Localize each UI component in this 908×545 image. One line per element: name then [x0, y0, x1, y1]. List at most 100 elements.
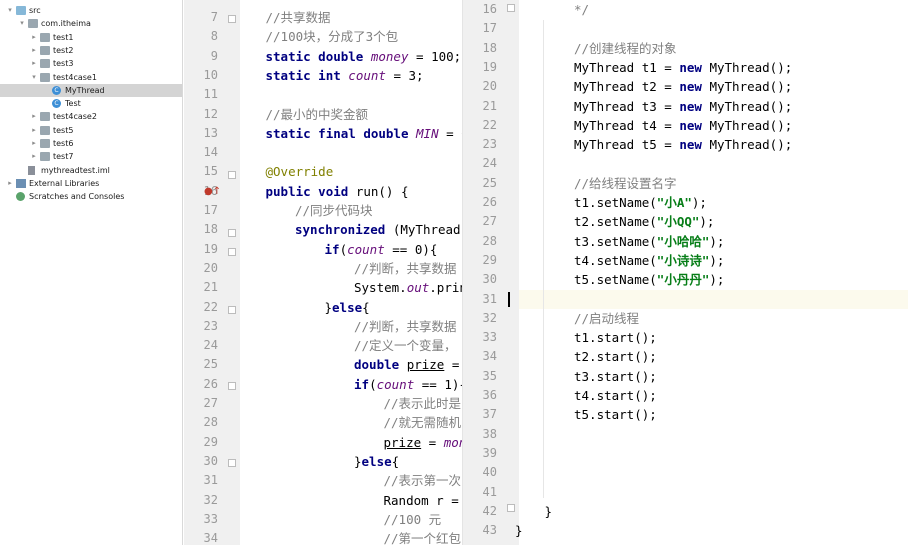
tree-item[interactable]: ▸ test5 — [0, 124, 182, 137]
code-line[interactable]: //同步代码块 — [295, 201, 373, 220]
fold-marker-icon[interactable] — [228, 229, 236, 237]
fold-marker-icon[interactable] — [228, 15, 236, 23]
code-line[interactable]: Random r = — [384, 491, 463, 510]
tree-item[interactable]: ▸ test2 — [0, 44, 182, 57]
code-line[interactable]: t1.setName("小A"); — [574, 193, 707, 212]
code-line[interactable]: @Override — [266, 162, 334, 181]
fold-marker-icon[interactable] — [228, 171, 236, 179]
code-line[interactable]: //100块，分成了3个包 — [266, 27, 399, 46]
code-line[interactable]: t1.start(); — [574, 328, 657, 347]
code-token: count — [376, 376, 415, 392]
tree-item[interactable]: ▸ test1 — [0, 31, 182, 44]
code-token: count — [348, 67, 386, 83]
code-line[interactable]: //就无需随机 — [384, 413, 462, 432]
code-line[interactable]: public void run() { — [266, 182, 409, 201]
chevron-right-icon[interactable]: ▸ — [6, 177, 14, 190]
code-line[interactable]: //判断，共享数据 — [354, 259, 457, 278]
editor-test[interactable]: 16 */ 17 18 //创建线程的对象 19 MyThread t1 = new MyT… — [462, 0, 908, 545]
code-line[interactable]: t2.setName("小QQ"); — [574, 212, 714, 231]
code-token: t3.start(); — [574, 368, 657, 384]
code-line[interactable]: t4.start(); — [574, 386, 657, 405]
tree-item[interactable]: ▸ test7 — [0, 150, 182, 163]
code-line[interactable]: //启动线程 — [574, 309, 639, 328]
chevron-down-icon[interactable]: ▾ — [6, 4, 14, 17]
code-token: public void — [265, 183, 356, 199]
tree-item[interactable]: ▸ test6 — [0, 137, 182, 150]
code-line[interactable]: //最小的中奖金额 — [266, 105, 369, 124]
chevron-down-icon[interactable]: ▾ — [30, 71, 38, 84]
code-line[interactable]: } — [545, 502, 553, 521]
editor-mythread[interactable]: 7//共享数据 8//100块，分成了3个包 9 static double mone… — [184, 0, 462, 545]
chevron-right-icon[interactable]: ▸ — [30, 31, 38, 44]
code-token: new — [679, 117, 710, 133]
chevron-right-icon[interactable]: ▸ — [30, 57, 38, 70]
code-token: Random r = — [383, 492, 462, 508]
code-line[interactable]: synchronized (MyThread. — [295, 220, 462, 239]
code-line[interactable]: MyThread t3 = new MyThread(); — [574, 97, 792, 116]
code-line[interactable]: prize = mon — [384, 433, 463, 452]
code-line[interactable]: */ — [574, 0, 589, 19]
project-tool-window[interactable]: ▾ src ▾ com.itheima ▸ test1 ▸ test2 ▸ test3 ▾ test4… — [0, 0, 183, 545]
code-line[interactable]: t5.start(); — [574, 405, 657, 424]
code-line[interactable]: //表示第一次 — [384, 471, 462, 490]
tree-item[interactable]: C MyThread — [0, 83, 182, 97]
code-line[interactable]: //100 元 — [384, 510, 442, 529]
code-line[interactable]: }else{ — [325, 298, 370, 317]
chevron-right-icon[interactable]: ▸ — [30, 110, 38, 123]
code-line[interactable]: //第一个红包 — [384, 529, 462, 545]
code-line[interactable]: //判断，共享数据 — [354, 317, 457, 336]
chevron-right-icon[interactable]: ▸ — [30, 124, 38, 137]
line-number: 12 — [203, 106, 218, 121]
code-line[interactable]: //创建线程的对象 — [574, 39, 677, 58]
tree-item[interactable]: ▸ test4case2 — [0, 110, 182, 123]
code-line[interactable]: static double money = 100; — [266, 47, 462, 66]
code-line[interactable]: MyThread t2 = new MyThread(); — [574, 77, 792, 96]
code-line[interactable]: double prize = — [354, 355, 459, 374]
tree-item[interactable]: ▾ test4case1 — [0, 71, 182, 84]
code-token: t4.start(); — [574, 388, 657, 403]
code-line[interactable]: t5.setName("小丹丹"); — [574, 270, 724, 289]
tree-item[interactable]: C Test — [0, 97, 182, 110]
fold-marker-icon[interactable] — [228, 306, 236, 314]
code-line[interactable]: MyThread t1 = new MyThread(); — [574, 58, 792, 77]
code-line[interactable]: static int count = 3; — [266, 66, 424, 85]
code-line[interactable]: System.out.prin — [354, 278, 462, 297]
chevron-right-icon[interactable]: ▸ — [30, 137, 38, 150]
code-line[interactable]: } — [515, 521, 523, 540]
fold-marker-icon[interactable] — [228, 459, 236, 467]
code-line[interactable]: t4.setName("小诗诗"); — [574, 251, 724, 270]
tree-item[interactable]: mythreadtest.iml — [0, 164, 182, 177]
code-line[interactable]: MyThread t4 = new MyThread(); — [574, 116, 792, 135]
tree-item[interactable]: ▾ com.itheima — [0, 17, 182, 30]
tree-item[interactable]: ▸ test3 — [0, 57, 182, 70]
code-line[interactable]: //共享数据 — [266, 8, 331, 27]
line-number: 20 — [482, 79, 497, 94]
fold-marker-icon[interactable] — [228, 382, 236, 390]
chevron-right-icon[interactable]: ▸ — [30, 44, 38, 57]
chevron-down-icon[interactable]: ▾ — [18, 17, 26, 30]
code-line[interactable]: t3.setName("小哈哈"); — [574, 232, 724, 251]
line-number: 16 — [482, 2, 497, 16]
code-token: == 1){ — [414, 376, 462, 392]
fold-marker-icon[interactable] — [507, 504, 515, 512]
tree-item[interactable]: ▸ External Libraries — [0, 177, 182, 190]
code-token: = 3; — [385, 67, 424, 83]
library-icon — [16, 178, 26, 188]
code-line[interactable]: //表示此时是 — [384, 394, 462, 413]
code-line[interactable]: t3.start(); — [574, 367, 657, 386]
chevron-right-icon[interactable]: ▸ — [30, 150, 38, 163]
code-line[interactable]: MyThread t5 = new MyThread(); — [574, 135, 792, 154]
fold-marker-icon[interactable] — [507, 4, 515, 12]
tree-item[interactable]: Scratches and Consoles — [0, 190, 182, 203]
code-line[interactable]: if(count == 0){ — [325, 240, 438, 259]
line-number: 31 — [203, 473, 218, 488]
code-line[interactable]: //给线程设置名字 — [574, 174, 677, 193]
override-marker-icon[interactable]: ●↑ — [204, 186, 221, 197]
fold-marker-icon[interactable] — [228, 248, 236, 256]
code-line[interactable]: //定义一个变量， — [354, 336, 457, 355]
code-line[interactable]: static final double MIN = 0 — [266, 124, 463, 143]
tree-item[interactable]: ▾ src — [0, 4, 182, 17]
code-line[interactable]: }else{ — [354, 452, 399, 471]
code-line[interactable]: t2.start(); — [574, 347, 657, 366]
code-line[interactable]: if(count == 1){ — [354, 375, 462, 394]
